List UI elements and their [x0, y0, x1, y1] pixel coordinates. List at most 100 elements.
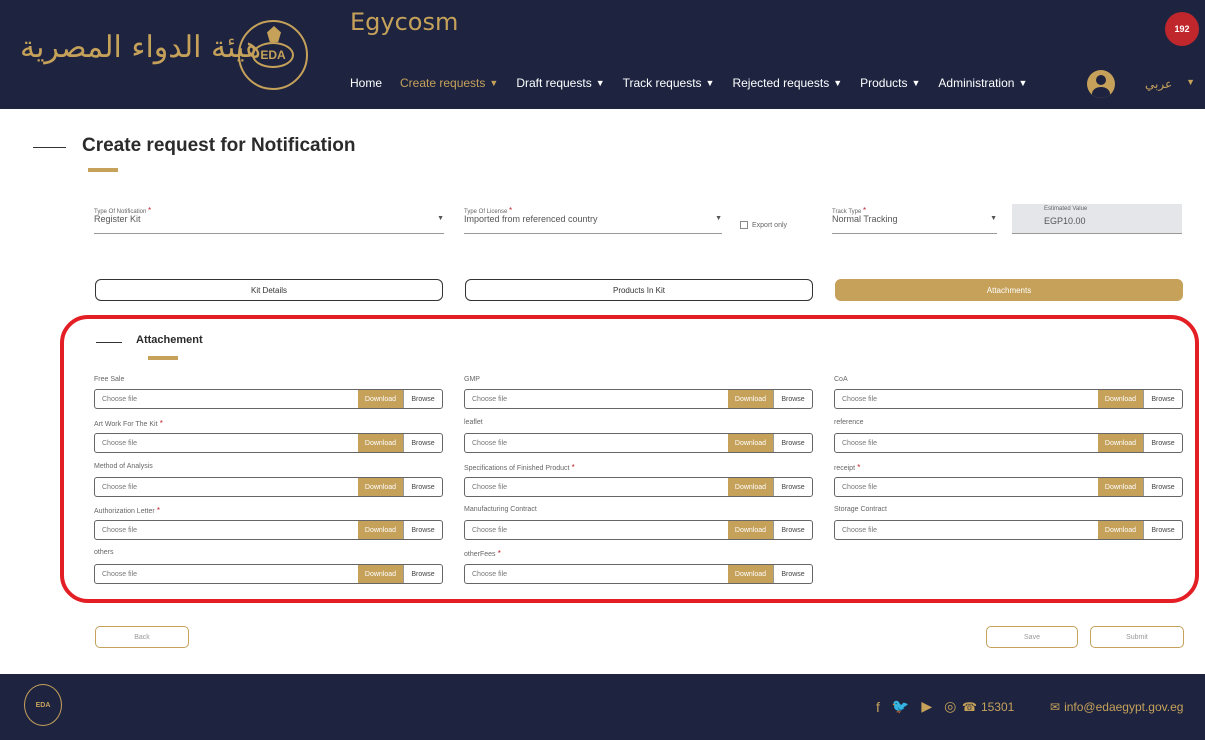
- attachment-label: CoA: [834, 376, 848, 383]
- download-button[interactable]: Download: [728, 478, 773, 496]
- file-placeholder: Choose file: [842, 396, 878, 403]
- browse-button[interactable]: Browse: [403, 390, 442, 408]
- nav-products-label: Products: [860, 76, 908, 90]
- hotline-badge[interactable]: 192: [1165, 12, 1199, 46]
- dropdown-arrow-icon: ▼: [990, 215, 997, 222]
- footer-seal-logo: EDA: [24, 684, 62, 726]
- file-placeholder: Choose file: [842, 484, 878, 491]
- download-button[interactable]: Download: [358, 434, 403, 452]
- file-input[interactable]: Choose file Download Browse: [834, 477, 1183, 497]
- browse-button[interactable]: Browse: [773, 478, 812, 496]
- footer-email[interactable]: ✉ info@edaegypt.gov.eg: [1050, 700, 1183, 714]
- type-of-notification-select[interactable]: Type Of Notification * Register Kit ▼: [94, 206, 444, 234]
- nav-products[interactable]: Products ▼: [860, 76, 920, 90]
- tab-attachments[interactable]: Attachments: [835, 279, 1183, 301]
- file-input[interactable]: Choose file Download Browse: [94, 520, 443, 540]
- phone-icon: ☎: [962, 700, 977, 714]
- nav-track-requests[interactable]: Track requests ▼: [623, 76, 715, 90]
- browse-button[interactable]: Browse: [1143, 434, 1182, 452]
- type-of-notification-value: Register Kit: [94, 214, 141, 224]
- file-placeholder: Choose file: [842, 527, 878, 534]
- social-links: f 🐦 ▶ ◎: [876, 698, 956, 715]
- browse-button[interactable]: Browse: [1143, 478, 1182, 496]
- facebook-icon[interactable]: f: [876, 699, 880, 715]
- export-only-checkbox[interactable]: Export only: [740, 221, 787, 229]
- download-button[interactable]: Download: [728, 390, 773, 408]
- file-input[interactable]: Choose file Download Browse: [834, 389, 1183, 409]
- section-divider: [96, 342, 122, 343]
- file-input[interactable]: Choose file Download Browse: [94, 564, 443, 584]
- file-input[interactable]: Choose file Download Browse: [834, 433, 1183, 453]
- browse-button[interactable]: Browse: [773, 521, 812, 539]
- nav-draft-requests[interactable]: Draft requests ▼: [516, 76, 604, 90]
- browse-button[interactable]: Browse: [403, 478, 442, 496]
- download-button[interactable]: Download: [1098, 390, 1143, 408]
- nav-track-requests-label: Track requests: [622, 76, 702, 90]
- phone-number: 15301: [980, 700, 1015, 714]
- nav-home[interactable]: Home: [350, 76, 382, 90]
- track-type-select[interactable]: Track Type * Normal Tracking ▼: [832, 206, 997, 234]
- browse-button[interactable]: Browse: [403, 565, 442, 583]
- export-only-label: Export only: [752, 221, 788, 229]
- download-button[interactable]: Download: [358, 390, 403, 408]
- file-input[interactable]: Choose file Download Browse: [464, 520, 813, 540]
- back-button[interactable]: Back: [95, 626, 189, 648]
- browse-button[interactable]: Browse: [773, 434, 812, 452]
- attachment-label: Art Work For The Kit *: [94, 419, 163, 428]
- download-button[interactable]: Download: [1098, 521, 1143, 539]
- file-input[interactable]: Choose file Download Browse: [94, 433, 443, 453]
- dropdown-arrow-icon: ▼: [715, 215, 722, 222]
- browse-button[interactable]: Browse: [1143, 521, 1182, 539]
- nav-administration-label: Administration: [938, 76, 1015, 90]
- save-button[interactable]: Save: [986, 626, 1078, 648]
- tab-products-in-kit[interactable]: Products In Kit: [465, 279, 813, 301]
- type-of-license-value: Imported from referenced country: [464, 214, 598, 224]
- checkbox-box[interactable]: [740, 221, 748, 229]
- file-input[interactable]: Choose file Download Browse: [834, 520, 1183, 540]
- download-button[interactable]: Download: [728, 434, 773, 452]
- download-button[interactable]: Download: [728, 565, 773, 583]
- download-button[interactable]: Download: [728, 521, 773, 539]
- footer: EDA f 🐦 ▶ ◎ ☎ 15301 ✉ info@edaegypt.gov.…: [0, 674, 1205, 740]
- download-button[interactable]: Download: [358, 478, 403, 496]
- browse-button[interactable]: Browse: [1143, 390, 1182, 408]
- file-input[interactable]: Choose file Download Browse: [464, 389, 813, 409]
- youtube-icon[interactable]: ▶: [921, 698, 932, 715]
- file-placeholder: Choose file: [472, 484, 508, 491]
- file-input[interactable]: Choose file Download Browse: [464, 433, 813, 453]
- instagram-icon[interactable]: ◎: [944, 698, 956, 715]
- browse-button[interactable]: Browse: [403, 521, 442, 539]
- attachment-label: leaflet: [464, 419, 483, 426]
- file-input[interactable]: Choose file Download Browse: [94, 477, 443, 497]
- download-button[interactable]: Download: [358, 521, 403, 539]
- nav-administration[interactable]: Administration ▼: [938, 76, 1027, 90]
- chevron-down-icon: ▼: [1018, 78, 1028, 88]
- file-input[interactable]: Choose file Download Browse: [464, 477, 813, 497]
- eagle-icon: [267, 26, 281, 42]
- download-button[interactable]: Download: [1098, 434, 1143, 452]
- nav-create-requests[interactable]: Create requests ▼: [400, 76, 498, 90]
- nav-rejected-requests[interactable]: Rejected requests ▼: [732, 76, 842, 90]
- browse-button[interactable]: Browse: [773, 390, 812, 408]
- language-switcher[interactable]: عربي ▼: [1145, 77, 1195, 91]
- estimated-value-field: Estimated Value EGP10.00: [1012, 204, 1182, 234]
- attachment-label: Authorization Letter *: [94, 506, 161, 515]
- nav-create-requests-label: Create requests: [400, 76, 486, 90]
- chevron-down-icon: ▼: [1186, 77, 1196, 87]
- attachment-label: Manufacturing Contract: [464, 506, 537, 513]
- file-placeholder: Choose file: [102, 484, 138, 491]
- file-input[interactable]: Choose file Download Browse: [464, 564, 813, 584]
- download-button[interactable]: Download: [358, 565, 403, 583]
- file-input[interactable]: Choose file Download Browse: [94, 389, 443, 409]
- type-of-license-select[interactable]: Type Of License * Imported from referenc…: [464, 206, 722, 234]
- tab-kit-details[interactable]: Kit Details: [95, 279, 443, 301]
- user-avatar-icon[interactable]: [1087, 70, 1115, 98]
- download-button[interactable]: Download: [1098, 478, 1143, 496]
- twitter-icon[interactable]: 🐦: [892, 698, 909, 715]
- title-accent-bar: [88, 168, 118, 172]
- browse-button[interactable]: Browse: [403, 434, 442, 452]
- browse-button[interactable]: Browse: [773, 565, 812, 583]
- submit-button[interactable]: Submit: [1090, 626, 1184, 648]
- title-divider: [33, 147, 66, 148]
- track-type-value: Normal Tracking: [832, 214, 898, 224]
